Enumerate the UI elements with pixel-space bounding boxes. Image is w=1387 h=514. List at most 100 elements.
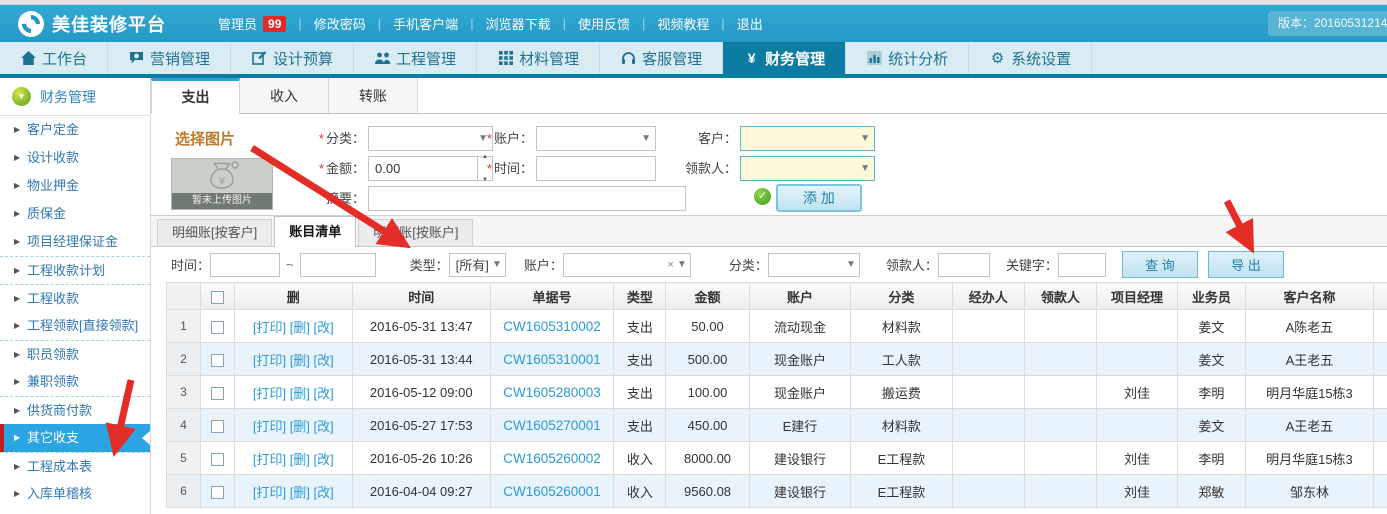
- sidebar-item-设计收款[interactable]: ▶设计收款: [0, 144, 150, 172]
- cell-doc_no[interactable]: CW1605260001: [490, 475, 614, 508]
- row-checkbox[interactable]: [211, 387, 224, 400]
- edit-link[interactable]: [改]: [314, 485, 334, 500]
- nav-tab-营销管理[interactable]: 营销管理: [108, 42, 231, 74]
- row-checkbox[interactable]: [211, 321, 224, 334]
- nav-tab-系统设置[interactable]: ⚙系统设置: [969, 42, 1092, 74]
- print-link[interactable]: [打印]: [253, 452, 286, 467]
- sidebar-item-物业押金[interactable]: ▶物业押金: [0, 172, 150, 200]
- edit-link[interactable]: [改]: [314, 419, 334, 434]
- cell-doc_no[interactable]: CW1605310002: [490, 310, 614, 343]
- col-header-项目经理[interactable]: 项目经理: [1096, 283, 1177, 310]
- delete-link[interactable]: [删]: [290, 320, 310, 335]
- account-select[interactable]: ▼: [536, 126, 656, 151]
- sidebar-header[interactable]: ▼ 财务管理: [0, 78, 150, 116]
- delete-link[interactable]: [删]: [290, 386, 310, 401]
- edit-link[interactable]: [改]: [314, 386, 334, 401]
- sidebar-item-工程成本表[interactable]: ▶工程成本表: [0, 452, 150, 480]
- nav-tab-财务管理[interactable]: ¥财务管理: [723, 42, 846, 74]
- col-header-工程编号[interactable]: 工程编号: [1374, 283, 1387, 310]
- nav-tab-设计预算[interactable]: 设计预算: [231, 42, 354, 74]
- col-header-分类[interactable]: 分类: [851, 283, 952, 310]
- delete-link[interactable]: [删]: [290, 485, 310, 500]
- delete-link[interactable]: [删]: [290, 452, 310, 467]
- payee-select[interactable]: ▼: [740, 156, 875, 181]
- col-header-类型[interactable]: 类型: [614, 283, 666, 310]
- clear-x-icon[interactable]: ×: [667, 259, 673, 271]
- col-header-时间[interactable]: 时间: [352, 283, 490, 310]
- topmenu-link-修改密码[interactable]: 修改密码: [314, 14, 366, 33]
- topmenu-link-手机客户端[interactable]: 手机客户端: [393, 14, 458, 33]
- edit-link[interactable]: [改]: [314, 353, 334, 368]
- filter-keyword-input[interactable]: [1058, 253, 1106, 277]
- sidebar-item-客户定金[interactable]: ▶客户定金: [0, 116, 150, 144]
- sidebar-item-工程收款计划[interactable]: ▶工程收款计划: [0, 256, 150, 284]
- print-link[interactable]: [打印]: [253, 320, 286, 335]
- sidebar-item-工程领款[直接领款][interactable]: ▶工程领款[直接领款]: [0, 312, 150, 340]
- cell-doc_no[interactable]: CW1605310001: [490, 343, 614, 376]
- topmenu-link-退出[interactable]: 退出: [737, 14, 763, 33]
- time-input[interactable]: [536, 156, 656, 181]
- topmenu-link-视频教程[interactable]: 视频教程: [657, 14, 709, 33]
- tab-转账[interactable]: 转账: [329, 78, 418, 113]
- filter-time-to-input[interactable]: [300, 253, 376, 277]
- image-placeholder[interactable]: ¥ 暂未上传图片: [171, 158, 273, 210]
- filter-category-select[interactable]: ▼: [768, 253, 860, 277]
- delete-link[interactable]: [删]: [290, 353, 310, 368]
- cell-doc_no[interactable]: CW1605260002: [490, 442, 614, 475]
- nav-tab-材料管理[interactable]: 材料管理: [477, 42, 600, 74]
- subtab-账目清单[interactable]: 账目清单: [274, 216, 356, 247]
- print-link[interactable]: [打印]: [253, 353, 286, 368]
- cell-doc_no[interactable]: CW1605270001: [490, 409, 614, 442]
- search-button[interactable]: 查 询: [1122, 251, 1198, 278]
- filter-payee-input[interactable]: [938, 253, 990, 277]
- col-header-删[interactable]: 删: [234, 283, 352, 310]
- col-header-经办人[interactable]: 经办人: [952, 283, 1024, 310]
- sidebar-item-其它收支[interactable]: ▶其它收支: [0, 424, 150, 452]
- col-header-客户名称[interactable]: 客户名称: [1245, 283, 1374, 310]
- nav-tab-工程管理[interactable]: 工程管理: [354, 42, 477, 74]
- delete-link[interactable]: [删]: [290, 419, 310, 434]
- print-link[interactable]: [打印]: [253, 419, 286, 434]
- sidebar-item-工程收款[interactable]: ▶工程收款: [0, 284, 150, 312]
- col-header-账户[interactable]: 账户: [749, 283, 850, 310]
- topmenu-link-使用反馈[interactable]: 使用反馈: [578, 14, 630, 33]
- nav-tab-客服管理[interactable]: 客服管理: [600, 42, 723, 74]
- row-checkbox[interactable]: [211, 420, 224, 433]
- print-link[interactable]: [打印]: [253, 386, 286, 401]
- row-checkbox[interactable]: [211, 354, 224, 367]
- print-link[interactable]: [打印]: [253, 485, 286, 500]
- tab-收入[interactable]: 收入: [240, 78, 329, 113]
- pick-image-label[interactable]: 选择图片: [175, 128, 235, 149]
- sidebar-item-质保金[interactable]: ▶质保金: [0, 200, 150, 228]
- select-all-checkbox[interactable]: [211, 291, 224, 304]
- sidebar-item-入库单稽核[interactable]: ▶入库单稽核: [0, 480, 150, 508]
- edit-link[interactable]: [改]: [314, 452, 334, 467]
- sidebar-item-项目经理保证金[interactable]: ▶项目经理保证金: [0, 228, 150, 256]
- export-button[interactable]: 导 出: [1208, 251, 1284, 278]
- filter-time-from-input[interactable]: [210, 253, 280, 277]
- row-checkbox[interactable]: [211, 453, 224, 466]
- subtab-明细账[按账户][interactable]: 明细账[按账户]: [358, 219, 473, 246]
- cell-doc_no[interactable]: CW1605280003: [490, 376, 614, 409]
- topmenu-link-浏览器下载[interactable]: 浏览器下载: [486, 14, 551, 33]
- filter-account-select[interactable]: ×▼: [563, 253, 691, 277]
- col-header-领款人[interactable]: 领款人: [1024, 283, 1096, 310]
- col-header-单据号[interactable]: 单据号: [490, 283, 614, 310]
- edit-link[interactable]: [改]: [314, 320, 334, 335]
- summary-input[interactable]: [368, 186, 686, 211]
- tab-支出[interactable]: 支出: [151, 78, 240, 114]
- sidebar-item-供货商付款[interactable]: ▶供货商付款: [0, 396, 150, 424]
- sidebar-item-职员领款[interactable]: ▶职员领款: [0, 340, 150, 368]
- add-button[interactable]: 添 加: [776, 184, 862, 212]
- customer-select[interactable]: ▼: [740, 126, 875, 151]
- nav-tab-工作台[interactable]: 工作台: [0, 42, 108, 74]
- row-checkbox[interactable]: [211, 486, 224, 499]
- chevron-down-icon: ▼: [846, 259, 856, 270]
- nav-tab-统计分析[interactable]: 统计分析: [846, 42, 969, 74]
- admin-link[interactable]: 管理员: [218, 14, 257, 33]
- filter-type-select[interactable]: [所有]▼: [449, 253, 506, 277]
- subtab-明细账[按客户][interactable]: 明细账[按客户]: [157, 219, 272, 246]
- sidebar-item-兼职领款[interactable]: ▶兼职领款: [0, 368, 150, 396]
- col-header-业务员[interactable]: 业务员: [1178, 283, 1246, 310]
- col-header-金额[interactable]: 金额: [666, 283, 749, 310]
